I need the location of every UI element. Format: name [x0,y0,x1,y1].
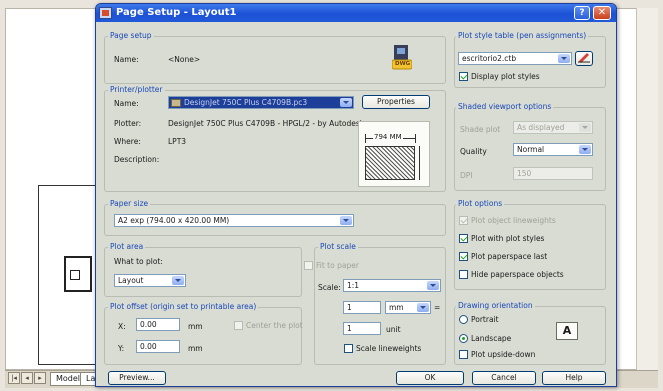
drawing-orientation-group-label: Drawing orientation [456,301,535,310]
close-button[interactable]: ✕ [593,6,611,20]
center-plot-label: Center the plot [246,321,303,330]
plot-paperspace-last-label: Plot paperspace last [471,252,548,261]
chevron-down-icon [340,98,352,107]
page-setup-group-label: Page setup [108,31,154,40]
plot-options-group-label: Plot options [456,199,505,208]
display-plot-styles-label: Display plot styles [471,72,540,81]
scale-numerator-input[interactable]: 1 [343,301,381,314]
dwg-file-icon: DWG [391,44,413,70]
preview-width-label: 794 MM [373,133,403,141]
scale-select[interactable]: 1:1 [343,279,441,292]
chevron-down-icon [427,281,439,290]
quality-select[interactable]: Normal [513,143,593,156]
where-label: Where: [114,137,141,146]
chevron-down-icon [579,145,591,154]
edit-plot-style-button[interactable] [575,51,593,66]
plot-offset-group-label: Plot offset (origin set to printable are… [108,302,259,311]
paper-size-group-label: Paper size [108,199,151,208]
plot-offset-group [104,307,302,365]
page-setup-dialog: Page Setup - Layout1 ? ✕ Page setup Name… [95,3,617,387]
cancel-button[interactable]: Cancel [472,371,536,385]
preview-paper-area [365,146,415,180]
pen-edit-icon [578,53,590,63]
help-button[interactable]: Help [542,371,606,385]
plot-scale-group-label: Plot scale [318,242,358,251]
fit-to-paper-label: Fit to paper [316,261,359,270]
tab-prev-icon[interactable]: ◂ [21,372,33,384]
offset-x-unit: mm [188,322,203,331]
tab-next-icon[interactable]: ▸ [34,372,46,384]
help-title-button[interactable]: ? [574,6,590,20]
page-setup-name-value: <None> [168,55,201,64]
offset-x-input[interactable]: 0.00 [136,318,180,331]
offset-y-label: Y: [118,344,125,353]
plot-upside-down-checkbox[interactable] [459,350,468,359]
page-setup-name-label: Name: [114,55,139,64]
tab-first-icon[interactable]: |◂ [8,372,20,384]
what-to-plot-label: What to plot: [114,257,163,266]
shaded-viewport-group-label: Shaded viewport options [456,102,554,111]
where-value: LPT3 [168,137,187,146]
landscape-radio[interactable] [459,334,468,343]
portrait-radio[interactable] [459,315,468,324]
plot-object-lineweights-label: Plot object lineweights [471,216,556,225]
plot-with-plot-styles-checkbox[interactable] [459,234,468,243]
chevron-down-icon [172,276,184,285]
plot-upside-down-label: Plot upside-down [471,350,536,359]
chevron-down-icon [340,216,352,225]
hide-paperspace-objects-label: Hide paperspace objects [471,270,564,279]
scale-label: Scale: [318,283,341,292]
dialog-titlebar[interactable]: Page Setup - Layout1 ? ✕ [96,4,616,22]
dialog-title: Page Setup - Layout1 [116,7,237,18]
fit-to-paper-checkbox[interactable] [304,261,313,270]
plot-with-plot-styles-label: Plot with plot styles [471,234,545,243]
center-plot-checkbox[interactable] [234,321,243,330]
paper-size-select[interactable]: A2 exp (794.00 x 420.00 MM) [114,214,354,227]
printer-icon [171,99,181,107]
paper-preview: 794 MM [358,121,430,187]
preview-button[interactable]: Preview... [108,371,166,385]
chevron-down-icon [579,123,591,132]
landscape-label: Landscape [471,334,512,343]
printer-name-select[interactable]: DesignJet 750C Plus C4709B.pc3 [168,96,354,109]
chevron-down-icon [558,54,570,63]
chevron-down-icon [417,303,429,312]
plot-style-table-select[interactable]: escritorio2.ctb [458,52,572,65]
offset-y-unit: mm [188,344,203,353]
printer-plotter-group-label: Printer/plotter [108,85,165,94]
plot-object-lineweights-checkbox[interactable] [459,216,468,225]
properties-button[interactable]: Properties [362,95,430,109]
offset-x-label: X: [118,322,126,331]
scale-equals-sign: = [434,303,441,312]
plot-style-table-group-label: Plot style table (pen assignments) [456,31,589,40]
portrait-label: Portrait [471,315,499,324]
drawing-geometry-detail [70,270,80,280]
dpi-input[interactable]: 150 [513,167,593,180]
plot-area-group-label: Plot area [108,242,146,251]
display-plot-styles-checkbox[interactable] [459,72,468,81]
plot-paperspace-last-checkbox[interactable] [459,252,468,261]
dpi-label: DPI [460,171,473,180]
offset-y-input[interactable]: 0.00 [136,340,180,353]
landscape-orientation-icon: A [556,322,578,340]
quality-label: Quality [460,147,487,156]
scale-unit-select[interactable]: mm [385,301,431,314]
plot-area-group [104,247,302,297]
scale-lineweights-label: Scale lineweights [356,344,422,353]
plotter-label: Plotter: [114,119,142,128]
scale-denominator-unit: unit [386,325,401,334]
what-to-plot-select[interactable]: Layout [114,274,186,287]
canvas-scrollbar[interactable] [636,8,658,370]
scale-denominator-input[interactable]: 1 [343,322,381,335]
printer-name-label: Name: [114,99,139,108]
shade-plot-select[interactable]: As displayed [513,121,593,134]
plotter-value: DesignJet 750C Plus C4709B - HPGL/2 - by… [168,119,365,128]
description-label: Description: [114,155,160,164]
hide-paperspace-objects-checkbox[interactable] [459,270,468,279]
ok-button[interactable]: OK [396,371,464,385]
shade-plot-label: Shade plot [460,125,501,134]
autocad-app-icon [99,7,112,19]
scale-lineweights-checkbox[interactable] [344,344,353,353]
